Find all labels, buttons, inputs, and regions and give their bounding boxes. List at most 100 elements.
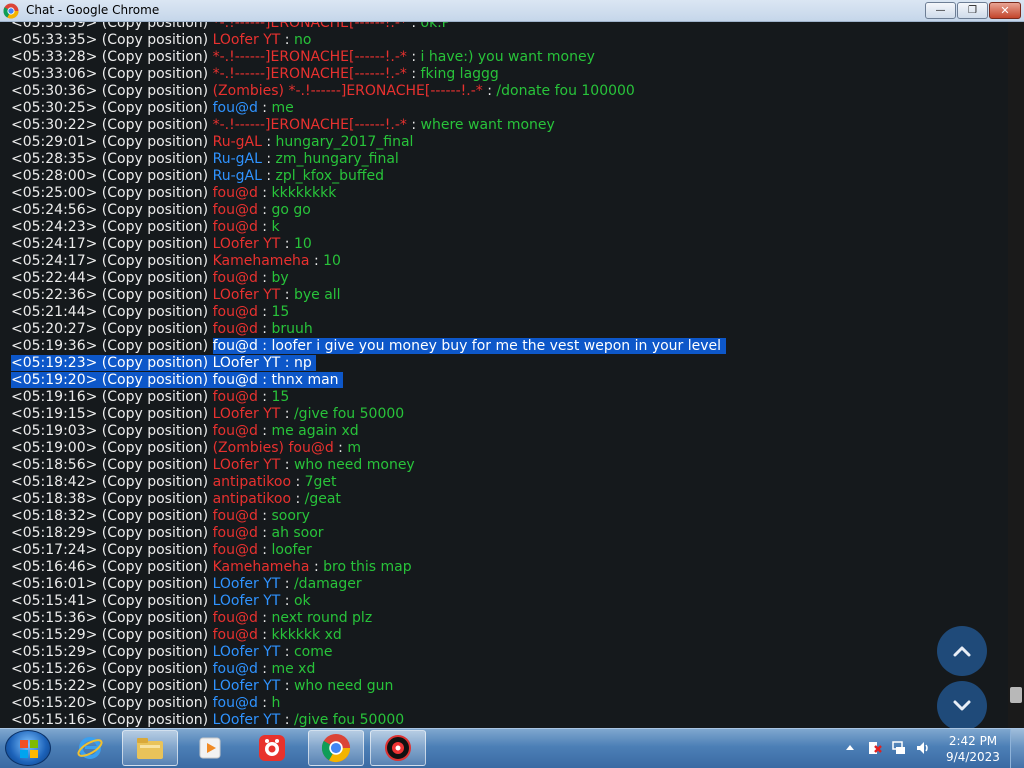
chat-line: <05:17:24> (Copy position) fou@d : loofe… [11,542,726,559]
chat-username: fou@d [212,219,258,235]
chat-timestamp: <05:33:39> [11,22,98,31]
copy-position-link[interactable]: (Copy position) [102,32,208,48]
tray-action-center[interactable] [866,734,882,762]
copy-position-link[interactable]: (Copy position) [102,389,208,405]
chat-message: me [271,100,294,116]
copy-position-link[interactable]: (Copy position) [102,593,208,609]
game-app-icon [385,735,411,761]
copy-position-link[interactable]: (Copy position) [102,100,208,116]
taskbar-file-explorer[interactable] [122,730,178,766]
copy-position-link[interactable]: (Copy position) [102,151,208,167]
copy-position-link[interactable]: (Copy position) [102,168,208,184]
taskbar-internet-explorer[interactable] [62,730,118,766]
tray-network[interactable] [891,734,907,762]
clock-time[interactable]: 2:42 PM [944,734,1002,748]
copy-position-link[interactable]: (Copy position) [102,508,208,524]
taskbar-recorder-app[interactable] [244,730,300,766]
chat-separator: : [406,117,421,133]
scroll-down-button[interactable] [937,681,987,731]
chat-username: LOofer YT [212,457,281,473]
chat-message: soory [271,508,310,524]
maximize-button[interactable]: ❐ [957,2,988,19]
copy-position-link[interactable]: (Copy position) [102,610,208,626]
copy-position-link[interactable]: (Copy position) [102,49,208,65]
minimize-button[interactable]: — [925,2,956,19]
scrollbar-track[interactable] [1008,22,1024,728]
chat-line: <05:24:56> (Copy position) fou@d : go go [11,202,726,219]
chat-separator: : [257,100,272,116]
chat-line: <05:19:03> (Copy position) fou@d : me ag… [11,423,726,440]
close-button[interactable]: ✕ [989,2,1021,19]
selection-highlight: fou@d : loofer i give you money buy for … [212,338,726,354]
chat-username: fou@d [212,202,258,218]
chat-line: <05:33:39> (Copy position) *-.!------]ER… [11,22,726,32]
action-center-icon [869,742,882,754]
taskbar-media-player[interactable] [182,730,238,766]
scrollbar-thumb[interactable] [1010,687,1022,703]
copy-position-link[interactable]: (Copy position) [102,661,208,677]
copy-position-link[interactable]: (Copy position) [102,185,208,201]
taskbar-chrome[interactable] [308,730,364,766]
chat-separator: : [280,593,294,609]
copy-position-link[interactable]: (Copy position) [102,457,208,473]
chat-log[interactable]: <05:33:39> (Copy position) *-.!------]ER… [0,22,1008,728]
copy-position-link[interactable]: (Copy position) [102,134,208,150]
chat-username: fou@d [212,661,258,677]
chat-line: <05:19:16> (Copy position) fou@d : 15 [11,389,726,406]
copy-position-link[interactable]: (Copy position) [102,338,208,354]
chat-line: <05:18:42> (Copy position) antipatikoo :… [11,474,726,491]
copy-position-link[interactable]: (Copy position) [102,474,208,490]
chevron-up-icon [953,646,971,657]
taskbar-game-app[interactable] [370,730,426,766]
scroll-up-button[interactable] [937,626,987,676]
tray-volume[interactable] [915,734,931,762]
copy-position-link[interactable]: (Copy position) [102,236,208,252]
chat-line: <05:24:23> (Copy position) fou@d : k [11,219,726,236]
copy-position-link[interactable]: (Copy position) [102,304,208,320]
copy-position-link[interactable]: (Copy position) [102,253,208,269]
chat-message: ah soor [271,525,324,541]
chat-line: <05:19:15> (Copy position) LOofer YT : /… [11,406,726,423]
copy-position-link[interactable]: (Copy position) [102,491,208,507]
copy-position-link[interactable]: (Copy position) [102,22,208,31]
copy-position-link[interactable]: (Copy position) [102,440,208,456]
start-button[interactable] [5,730,51,766]
copy-position-link[interactable]: (Copy position) [102,559,208,575]
chat-separator: : [482,83,497,99]
copy-position-link[interactable]: (Copy position) [102,406,208,422]
copy-position-link[interactable]: (Copy position) [102,644,208,660]
chat-username: fou@d [212,372,258,388]
copy-position-link[interactable]: (Copy position) [102,270,208,286]
chat-message: kkkkkk xd [271,627,342,643]
copy-position-link[interactable]: (Copy position) [102,83,208,99]
copy-position-link[interactable]: (Copy position) [102,219,208,235]
show-desktop-button[interactable] [1010,729,1024,768]
copy-position-link[interactable]: (Copy position) [102,576,208,592]
copy-position-link[interactable]: (Copy position) [102,712,208,728]
chat-username: LOofer YT [212,593,281,609]
tray-show-hidden[interactable] [844,734,856,762]
copy-position-link[interactable]: (Copy position) [102,117,208,133]
copy-position-link[interactable]: (Copy position) [102,542,208,558]
copy-position-link[interactable]: (Copy position) [102,372,208,388]
copy-position-link[interactable]: (Copy position) [102,202,208,218]
copy-position-link[interactable]: (Copy position) [102,678,208,694]
copy-position-link[interactable]: (Copy position) [102,355,208,371]
copy-position-link[interactable]: (Copy position) [102,66,208,82]
copy-position-link[interactable]: (Copy position) [102,287,208,303]
chat-separator: : [257,508,272,524]
clock-date[interactable]: 9/4/2023 [944,750,1002,764]
chat-separator: : [257,270,272,286]
copy-position-link[interactable]: (Copy position) [102,627,208,643]
chat-timestamp: <05:19:23> [11,355,98,371]
chat-message: loofer i give you money buy for me the v… [271,338,722,354]
copy-position-link[interactable]: (Copy position) [102,423,208,439]
copy-position-link[interactable]: (Copy position) [102,525,208,541]
chat-username: Ru-gAL [212,168,262,184]
copy-position-link[interactable]: (Copy position) [102,321,208,337]
chat-separator: : [291,474,305,490]
chat-username: *-.!------]ERONACHE[------!.-* [212,22,407,31]
copy-position-link[interactable]: (Copy position) [102,695,208,711]
selection-highlight: <05:19:20> (Copy position) fou@d : thnx … [11,372,343,388]
chat-username: fou@d [212,389,258,405]
